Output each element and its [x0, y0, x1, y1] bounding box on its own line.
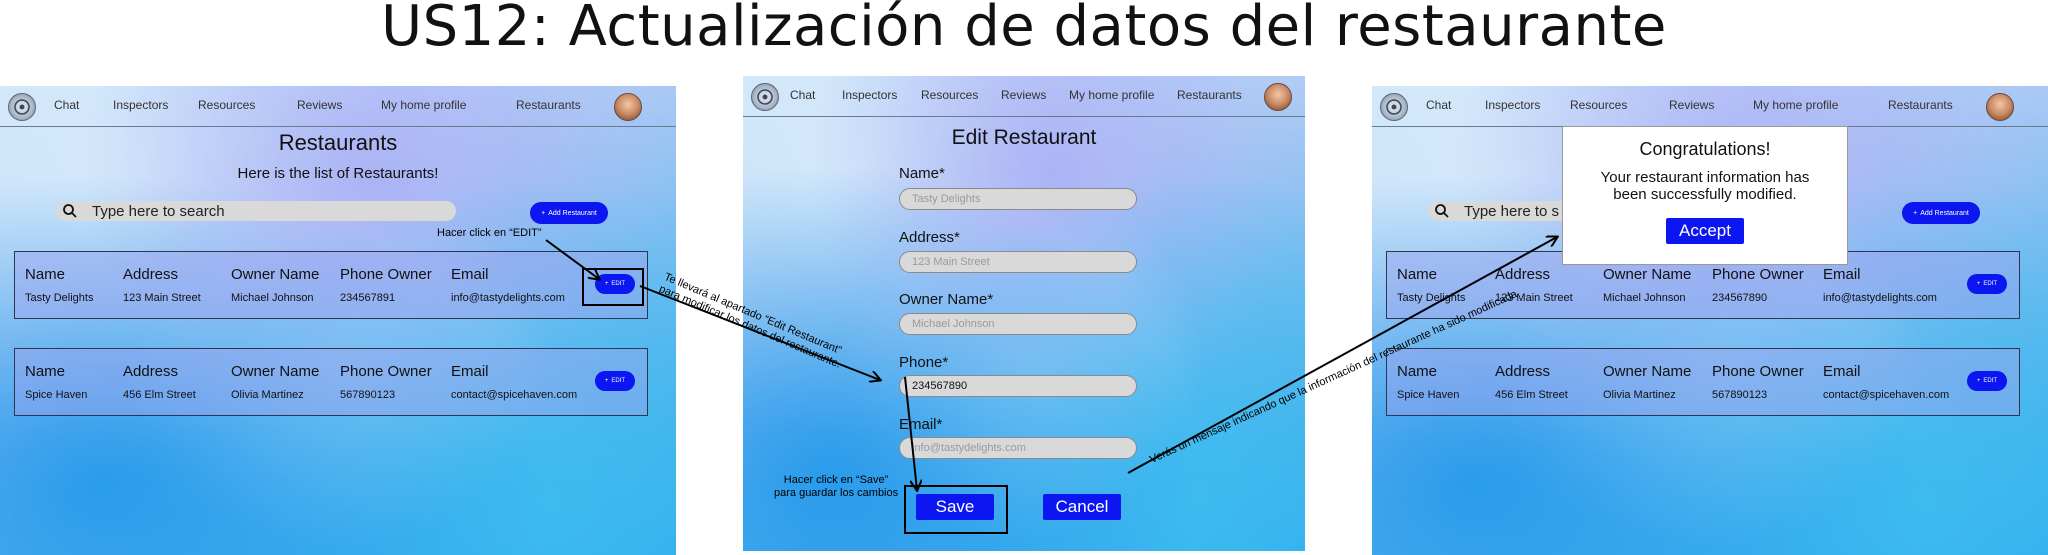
flow-arrows — [545, 0, 2048, 555]
arrow-to-save — [904, 376, 917, 490]
arrow-to-edit — [545, 239, 599, 279]
arrow-to-modal — [1127, 237, 1557, 474]
arrow-to-edit-screen — [639, 285, 880, 380]
